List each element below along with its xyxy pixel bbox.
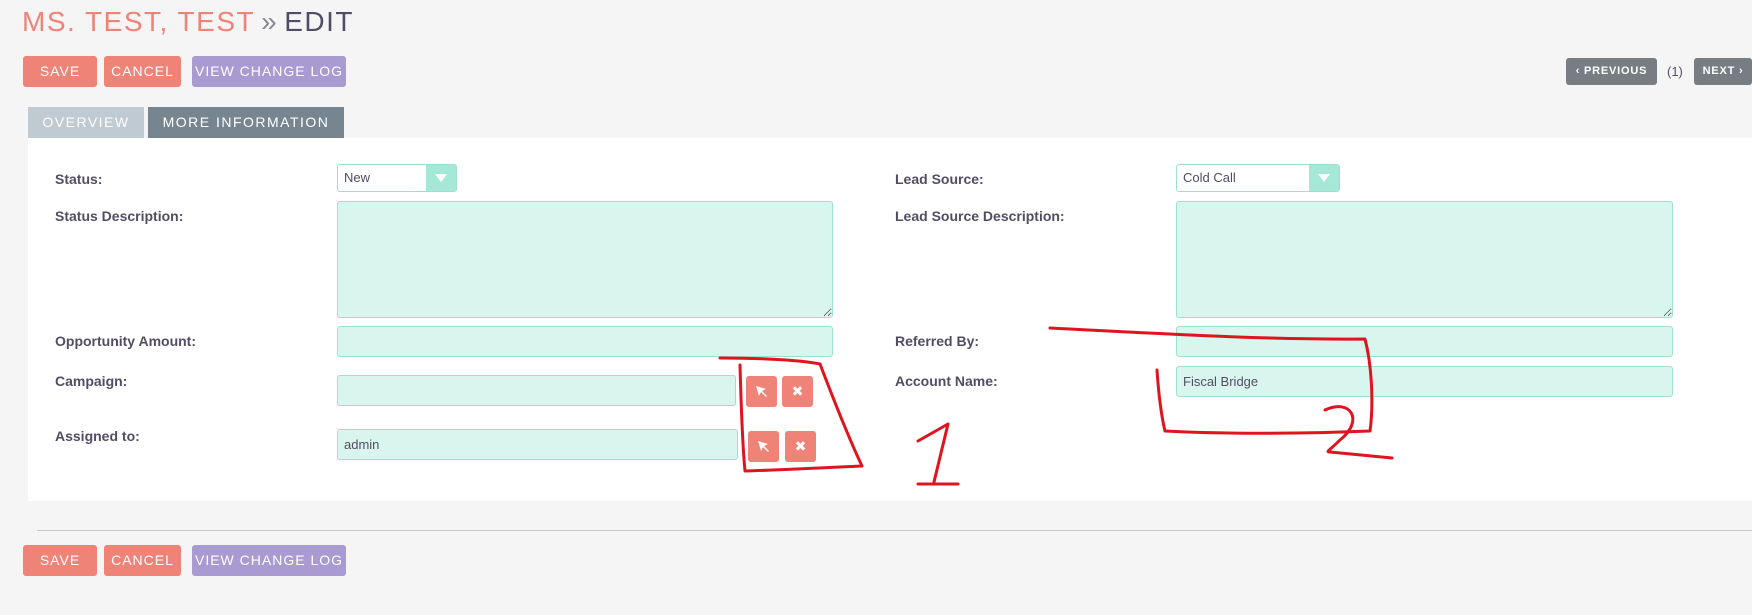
campaign-select-button[interactable] [746, 376, 777, 407]
account-name-field[interactable] [1176, 366, 1673, 397]
next-button[interactable]: NEXT › [1694, 58, 1752, 85]
previous-label: PREVIOUS [1584, 65, 1648, 77]
lead-source-select[interactable]: Cold Call [1176, 164, 1340, 192]
opportunity-amount-label: Opportunity Amount: [55, 333, 197, 349]
status-label: Status: [55, 171, 103, 187]
view-change-log-button-bottom[interactable]: VIEW CHANGE LOG [192, 545, 346, 576]
pagination-count: (1) [1667, 64, 1683, 79]
save-button-top[interactable]: SAVE [23, 56, 97, 87]
save-button-bottom[interactable]: SAVE [23, 545, 97, 576]
referred-by-label: Referred By: [895, 333, 980, 349]
chevron-down-icon [426, 165, 456, 191]
assigned-to-select-button[interactable] [748, 431, 779, 462]
campaign-field[interactable] [337, 375, 736, 406]
assigned-to-label: Assigned to: [55, 428, 140, 444]
account-name-label: Account Name: [895, 373, 998, 389]
referred-by-field[interactable] [1176, 326, 1673, 357]
lead-source-label: Lead Source: [895, 171, 984, 187]
status-description-field[interactable] [337, 201, 833, 318]
status-select[interactable]: New [337, 164, 457, 192]
cancel-button-bottom[interactable]: CANCEL [104, 545, 181, 576]
close-icon: ✖ [791, 383, 804, 399]
campaign-clear-button[interactable]: ✖ [782, 376, 813, 407]
divider [37, 530, 1752, 531]
lead-source-description-label: Lead Source Description: [895, 208, 1065, 224]
status-value: New [344, 170, 371, 185]
form-panel [28, 138, 1752, 501]
cancel-button-top[interactable]: CANCEL [104, 56, 181, 87]
assigned-to-field[interactable] [337, 429, 738, 460]
chevron-down-icon [1309, 165, 1339, 191]
tab-overview[interactable]: OVERVIEW [28, 107, 144, 138]
record-name: MS. TEST, TEST [22, 6, 256, 37]
page-title: MS. TEST, TEST» EDIT [22, 6, 354, 38]
previous-button[interactable]: ‹ PREVIOUS [1566, 58, 1657, 85]
page-mode: EDIT [284, 6, 354, 37]
lead-source-description-field[interactable] [1176, 201, 1673, 318]
chevron-right-icon: › [1738, 65, 1744, 77]
close-icon: ✖ [794, 438, 807, 454]
opportunity-amount-field[interactable] [337, 326, 833, 357]
arrow-pointer-icon [755, 386, 767, 397]
title-separator: » [261, 6, 279, 37]
arrow-pointer-icon [757, 441, 769, 452]
status-description-label: Status Description: [55, 208, 184, 224]
campaign-label: Campaign: [55, 373, 128, 389]
next-label: NEXT [1702, 65, 1736, 77]
tab-more-information[interactable]: MORE INFORMATION [148, 107, 344, 138]
assigned-to-clear-button[interactable]: ✖ [785, 431, 816, 462]
view-change-log-button-top[interactable]: VIEW CHANGE LOG [192, 56, 346, 87]
lead-source-value: Cold Call [1183, 170, 1236, 185]
chevron-left-icon: ‹ [1575, 65, 1581, 77]
